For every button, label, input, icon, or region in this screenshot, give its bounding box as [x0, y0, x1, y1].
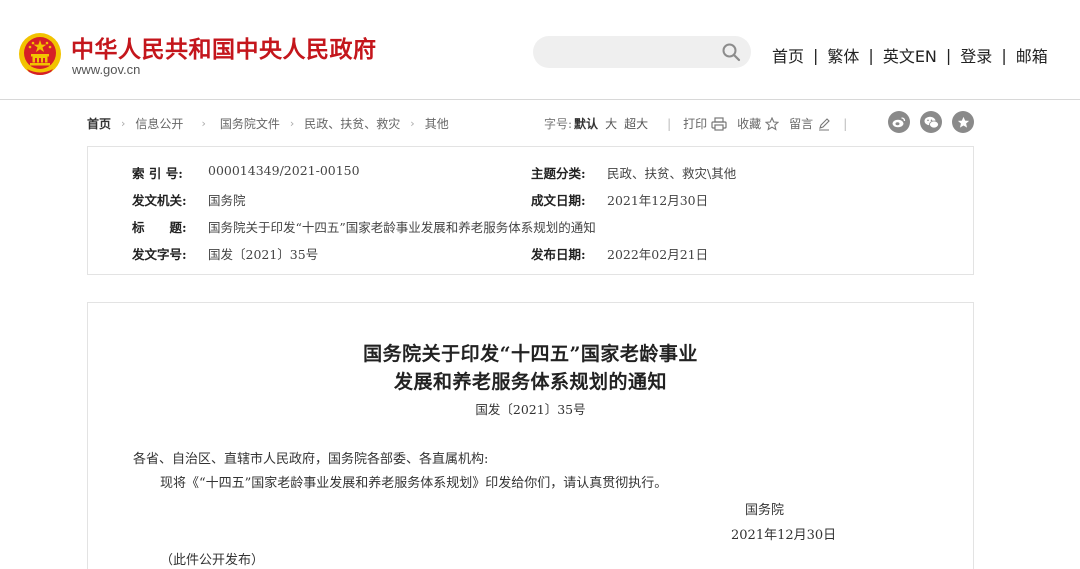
- nav-separator: |: [813, 45, 819, 65]
- chevron-right-icon: ›: [121, 117, 126, 130]
- nav-mail-link[interactable]: 邮箱: [1016, 43, 1048, 67]
- document-title-line-1: 国务院关于印发“十四五”国家老龄事业: [363, 343, 698, 365]
- chevron-right-icon: ›: [289, 117, 295, 130]
- document-date: 2021年12月30日: [731, 528, 837, 543]
- breadcrumb-info-public[interactable]: 信息公开: [135, 115, 183, 132]
- nav-home-link[interactable]: 首页: [772, 43, 804, 67]
- site-header: 中华人民共和国中央人民政府 www.gov.cn 首页 | 繁体 | 英文EN …: [0, 0, 1080, 100]
- wechat-glyph: [924, 116, 939, 128]
- page-tools: 字号: 默认 大 超大 | 打印 收藏 留言 |: [544, 115, 859, 132]
- nav-separator: |: [945, 45, 952, 65]
- breadcrumb-civil-affairs[interactable]: 民政、扶贫、救灾: [304, 115, 400, 132]
- site-url: www.gov.cn: [72, 62, 141, 77]
- top-nav: 首页 | 繁体 | 英文EN | 登录 | 邮箱: [772, 43, 1048, 67]
- nav-login-link[interactable]: 登录: [960, 43, 992, 67]
- weibo-icon[interactable]: [888, 111, 910, 133]
- info-row: 发文字号: 国发〔2021〕35号 发布日期: 2022年02月21日: [88, 244, 973, 264]
- favorite-button[interactable]: 收藏: [737, 115, 780, 132]
- info-row: 标 题: 国务院关于印发“十四五”国家老龄事业发展和养老服务体系规划的通知: [88, 217, 973, 237]
- star-outline-icon: [765, 116, 780, 131]
- title-value: 国务院关于印发“十四五”国家老龄事业发展和养老服务体系规划的通知: [208, 220, 596, 235]
- chevron-right-icon: ›: [410, 117, 415, 130]
- star-glyph: [957, 116, 969, 128]
- document-addressee: 各省、自治区、直辖市人民政府，国务院各部委、各直属机构:: [133, 452, 489, 467]
- breadcrumb-bar: 首页 › 信息公开 › 国务院文件 › 民政、扶贫、救灾 › 其他 字号: 默认…: [87, 111, 977, 135]
- comment-label: 留言: [789, 117, 814, 131]
- doc-number-value: 国发〔2021〕35号: [208, 247, 319, 262]
- tools-separator: |: [667, 116, 672, 131]
- document-signer: 国务院: [745, 503, 785, 518]
- font-size-xlarge[interactable]: 超大: [624, 115, 648, 132]
- published-date-value: 2022年02月21日: [607, 247, 709, 262]
- published-date-label: 发布日期:: [531, 247, 586, 262]
- breadcrumb-state-council-docs[interactable]: 国务院文件: [220, 115, 280, 132]
- document-note: （此件公开发布）: [160, 553, 265, 568]
- issuer-label: 发文机关:: [132, 193, 187, 208]
- nav-separator: |: [868, 45, 874, 65]
- site-title[interactable]: 中华人民共和国中央人民政府: [71, 30, 377, 64]
- print-label: 打印: [683, 117, 708, 131]
- wechat-icon[interactable]: [920, 111, 942, 133]
- social-share: [888, 111, 984, 133]
- chevron-right-icon: ›: [201, 117, 206, 130]
- index-no-value: 000014349/2021-00150: [208, 163, 360, 178]
- doc-number-label: 发文字号:: [132, 247, 187, 262]
- document-body-text: 现将《“十四五”国家老龄事业发展和养老服务体系规划》印发给你们，请认真贯彻执行。: [160, 476, 668, 491]
- document-body: 国务院关于印发“十四五”国家老龄事业 发展和养老服务体系规划的通知 国发〔202…: [87, 302, 974, 569]
- comment-button[interactable]: 留言: [789, 115, 831, 132]
- breadcrumb: 首页 › 信息公开 › 国务院文件 › 民政、扶贫、救灾 › 其他: [87, 115, 449, 132]
- font-size-label: 字号:: [544, 117, 573, 131]
- topic-label: 主题分类:: [531, 166, 586, 181]
- title-label: 标 题:: [132, 220, 187, 235]
- breadcrumb-other[interactable]: 其他: [425, 115, 449, 132]
- nav-traditional-link[interactable]: 繁体: [827, 43, 859, 67]
- created-date-value: 2021年12月30日: [607, 193, 709, 208]
- nav-english-link[interactable]: 英文EN: [883, 43, 937, 67]
- national-emblem-logo[interactable]: [18, 32, 62, 76]
- info-row: 索 引 号: 000014349/2021-00150 主题分类: 民政、扶贫、…: [88, 163, 973, 183]
- font-size-default[interactable]: 默认: [574, 115, 598, 132]
- search-icon[interactable]: [721, 42, 741, 62]
- printer-icon: [711, 116, 727, 131]
- star-icon[interactable]: [952, 111, 974, 133]
- index-no-label: 索 引 号:: [132, 166, 183, 181]
- print-button[interactable]: 打印: [683, 115, 727, 132]
- breadcrumb-home[interactable]: 首页: [87, 115, 111, 132]
- document-info-table: 索 引 号: 000014349/2021-00150 主题分类: 民政、扶贫、…: [87, 146, 974, 275]
- tools-separator: |: [843, 116, 848, 131]
- pencil-icon: [819, 117, 830, 130]
- created-date-label: 成文日期:: [531, 193, 586, 208]
- search-input[interactable]: [533, 36, 751, 68]
- font-size-large[interactable]: 大: [605, 115, 617, 132]
- document-number: 国发〔2021〕35号: [475, 402, 586, 417]
- favorite-label: 收藏: [737, 117, 762, 131]
- issuer-value: 国务院: [208, 193, 246, 208]
- nav-separator: |: [1001, 45, 1007, 65]
- weibo-glyph: [892, 117, 906, 128]
- topic-value: 民政、扶贫、救灾\其他: [607, 166, 737, 181]
- document-title-line-2: 发展和养老服务体系规划的通知: [393, 371, 667, 393]
- info-row: 发文机关: 国务院 成文日期: 2021年12月30日: [88, 190, 973, 210]
